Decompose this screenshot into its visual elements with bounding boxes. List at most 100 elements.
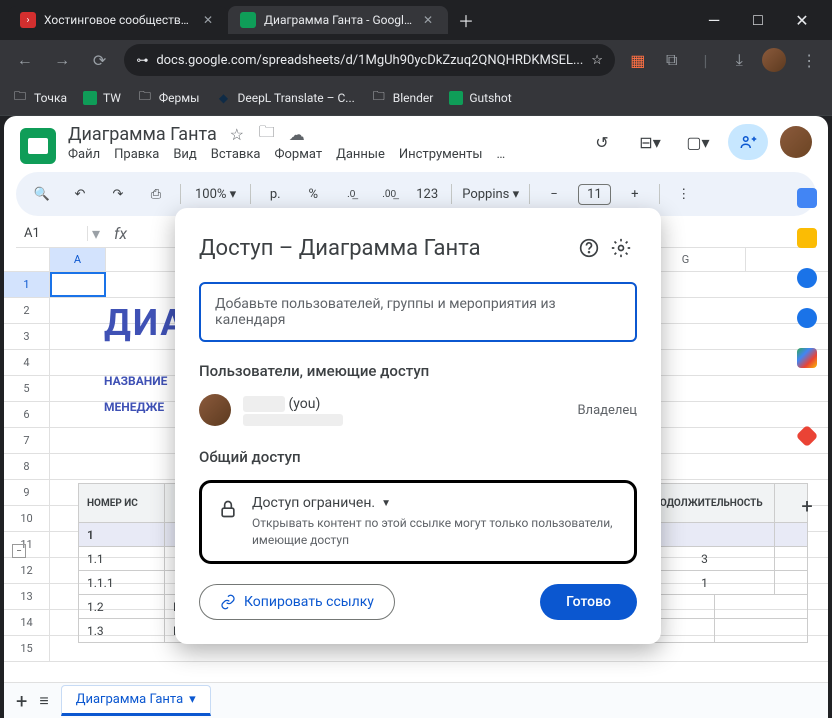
reload-button[interactable]: ⟳ xyxy=(87,46,112,74)
close-window-button[interactable]: ✕ xyxy=(788,6,816,34)
menu-edit[interactable]: Правка xyxy=(114,147,159,162)
all-sheets-button[interactable]: ≡ xyxy=(39,691,48,711)
menu-tools[interactable]: Инструменты xyxy=(399,147,483,162)
meet-button[interactable]: ▢▾ xyxy=(680,124,716,160)
add-addon-button[interactable]: + xyxy=(801,494,812,518)
move-icon[interactable]: 🗀 xyxy=(257,125,277,145)
menu-more[interactable]: … xyxy=(497,147,506,162)
contacts-icon[interactable] xyxy=(797,308,817,328)
row-header[interactable]: 3 xyxy=(4,324,50,349)
general-access-selector[interactable]: Доступ ограничен.▼ Открывать контент по … xyxy=(199,480,637,564)
cell-reference[interactable]: A1 xyxy=(16,226,88,241)
row-header[interactable]: 5 xyxy=(4,376,50,401)
star-icon[interactable]: ☆ xyxy=(591,53,603,68)
help-icon[interactable] xyxy=(573,232,605,264)
share-button[interactable] xyxy=(728,124,768,160)
minimize-button[interactable]: — xyxy=(700,6,728,34)
cloud-icon[interactable]: ☁ xyxy=(287,125,307,145)
maximize-button[interactable]: □ xyxy=(744,6,772,34)
bookmark-item[interactable]: ◆DeepL Translate – C... xyxy=(215,90,354,106)
history-button[interactable]: ↺ xyxy=(584,124,620,160)
menu-view[interactable]: Вид xyxy=(173,147,196,162)
row-header[interactable]: 8 xyxy=(4,454,50,479)
menu-data[interactable]: Данные xyxy=(336,147,385,162)
row-header[interactable]: 1 xyxy=(4,272,50,297)
menu-insert[interactable]: Вставка xyxy=(211,147,261,162)
bookmark-item[interactable]: TW xyxy=(83,91,121,105)
chevron-down-icon[interactable]: ▾ xyxy=(189,692,196,707)
access-level-label[interactable]: Доступ ограничен.▼ xyxy=(252,495,620,511)
star-icon[interactable]: ☆ xyxy=(227,125,247,145)
font-select[interactable]: Poppins ▾ xyxy=(462,187,519,202)
document-title[interactable]: Диаграмма Ганта xyxy=(68,124,217,145)
increase-font-button[interactable]: + xyxy=(621,180,649,208)
row-header[interactable]: 7 xyxy=(4,428,50,453)
add-sheet-button[interactable]: + xyxy=(16,689,27,713)
close-icon[interactable]: ✕ xyxy=(420,12,436,28)
row-header[interactable]: 2 xyxy=(4,298,50,323)
currency-button[interactable]: р. xyxy=(261,180,289,208)
more-button[interactable]: ⋮ xyxy=(670,180,698,208)
dropdown-icon[interactable]: ▾ xyxy=(88,224,104,243)
col-header[interactable]: A xyxy=(50,248,106,271)
row-header[interactable]: 13 xyxy=(4,584,50,609)
row-header[interactable]: 12 xyxy=(4,558,50,583)
forward-button[interactable]: → xyxy=(49,46,74,74)
done-button[interactable]: Готово xyxy=(540,584,637,620)
search-menu-button[interactable]: 🔍 xyxy=(28,180,56,208)
copy-link-button[interactable]: Копировать ссылку xyxy=(199,584,395,620)
decrease-font-button[interactable]: − xyxy=(540,180,568,208)
maps-icon[interactable] xyxy=(797,348,817,368)
print-button[interactable]: ⎙ xyxy=(142,180,170,208)
select-all-corner[interactable] xyxy=(4,248,50,271)
cell-a1[interactable] xyxy=(50,272,106,297)
row-header[interactable]: 11 xyxy=(4,532,50,557)
browser-tab-0[interactable]: › Хостинговое сообщество «Tim ✕ xyxy=(8,6,228,34)
bookmark-item[interactable]: Gutshot xyxy=(449,91,511,105)
row-header[interactable]: 10 xyxy=(4,506,50,531)
row-header[interactable]: 14 xyxy=(4,610,50,635)
download-icon[interactable]: ⤓ xyxy=(728,48,750,72)
more-formats-button[interactable]: 123 xyxy=(413,180,441,208)
row-header[interactable]: 9 xyxy=(4,480,50,505)
account-avatar[interactable] xyxy=(780,126,812,158)
comments-button[interactable]: ⊟▾ xyxy=(632,124,668,160)
increase-decimal-button[interactable]: .00̲ xyxy=(375,180,403,208)
bookmark-item[interactable]: 🗀Фермы xyxy=(137,90,200,106)
profile-avatar[interactable] xyxy=(762,48,786,72)
close-icon[interactable]: ✕ xyxy=(200,12,216,28)
menu-file[interactable]: Файл xyxy=(68,147,100,162)
extensions-button[interactable]: ⧉ xyxy=(661,48,683,72)
font-size-input[interactable]: 11 xyxy=(578,184,611,205)
calendar-icon[interactable] xyxy=(797,188,817,208)
zoom-select[interactable]: 100% ▾ xyxy=(191,187,240,202)
group-toggle-button[interactable]: − xyxy=(12,544,26,558)
tasks-icon[interactable] xyxy=(797,268,817,288)
gear-icon[interactable] xyxy=(605,232,637,264)
back-button[interactable]: ← xyxy=(12,46,37,74)
row-header[interactable]: 15 xyxy=(4,636,50,661)
bookmark-item[interactable]: 🗀Точка xyxy=(12,90,67,106)
extension-icon[interactable]: ▦ xyxy=(627,48,649,72)
menu-bar: Файл Правка Вид Вставка Формат Данные Ин… xyxy=(68,145,505,162)
undo-button[interactable]: ↶ xyxy=(66,180,94,208)
address-bar: ← → ⟳ ⊶ docs.google.com/spreadsheets/d/1… xyxy=(0,40,832,80)
url-input[interactable]: ⊶ docs.google.com/spreadsheets/d/1MgUh90… xyxy=(124,44,615,76)
browser-tab-1[interactable]: Диаграмма Ганта - Google Таб ✕ xyxy=(228,6,448,34)
menu-button[interactable]: ⋮ xyxy=(798,48,820,72)
addon-icon[interactable] xyxy=(796,425,819,448)
folder-icon: 🗀 xyxy=(371,90,387,106)
decrease-decimal-button[interactable]: .0̲ xyxy=(337,180,365,208)
percent-button[interactable]: % xyxy=(299,180,327,208)
bookmark-item[interactable]: 🗀Blender xyxy=(371,90,434,106)
site-info-icon[interactable]: ⊶ xyxy=(136,53,148,67)
sheets-logo-icon[interactable] xyxy=(20,128,56,164)
keep-icon[interactable] xyxy=(797,228,817,248)
menu-format[interactable]: Формат xyxy=(274,147,322,162)
sheet-tab[interactable]: Диаграмма Ганта▾ xyxy=(61,685,211,716)
row-header[interactable]: 4 xyxy=(4,350,50,375)
redo-button[interactable]: ↷ xyxy=(104,180,132,208)
add-people-input[interactable]: Добавьте пользователей, группы и меропри… xyxy=(199,282,637,342)
new-tab-button[interactable]: ＋ xyxy=(452,6,480,34)
row-header[interactable]: 6 xyxy=(4,402,50,427)
